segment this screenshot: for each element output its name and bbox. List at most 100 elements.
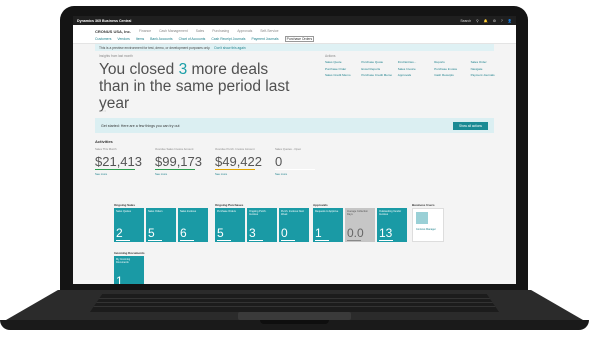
kpi-value: $21,413 bbox=[95, 154, 142, 169]
actions-title: Actions bbox=[325, 54, 336, 58]
action-item[interactable]: Payment Journals bbox=[471, 73, 505, 77]
kpi-card[interactable]: Sales Quotes - Open 0 See more bbox=[275, 147, 319, 176]
action-item[interactable]: Purchase Order bbox=[325, 67, 359, 71]
cue-tile[interactable]: Ongoing Purch. Invoices 3 bbox=[247, 208, 277, 242]
action-item[interactable]: Purchase Invoice bbox=[434, 67, 468, 71]
notice-text: This is a preview environment for test, … bbox=[99, 45, 211, 50]
topbar-actions: Search ⚲ 🔔 ⚙ ? 👤 bbox=[460, 19, 512, 23]
action-item[interactable]: Approvals bbox=[398, 73, 432, 77]
link-purchase-orders[interactable]: Purchase Orders bbox=[284, 36, 315, 42]
action-item[interactable]: Find Entries... bbox=[398, 60, 432, 64]
kpi-see-more-link[interactable]: See more bbox=[275, 172, 319, 176]
link-items[interactable]: Items bbox=[136, 37, 144, 41]
kpi-see-more-link[interactable]: See more bbox=[215, 172, 259, 176]
kpi-card[interactable]: Sales This Month $21,413 See more bbox=[95, 147, 142, 176]
cue-tile[interactable]: My Incoming Documents 1 bbox=[114, 256, 144, 284]
tile-value: 1 bbox=[116, 274, 123, 284]
action-item[interactable]: Sales Credit Memo bbox=[325, 73, 359, 77]
headline-pager[interactable]: ● ○ ○ bbox=[99, 109, 106, 113]
gear-icon[interactable]: ⚙ bbox=[493, 19, 496, 23]
tile-label: Outstanding Vendor Invoices bbox=[379, 210, 402, 216]
kpi-card[interactable]: Overdue Sales Invoice Amount $99,173 See m… bbox=[155, 147, 202, 176]
menu-cash-management[interactable]: Cash Management bbox=[159, 29, 188, 33]
business-user-card[interactable]: Contoso Manager bbox=[412, 208, 444, 242]
tile-value: 5 bbox=[217, 226, 224, 240]
hero-highlight: 3 bbox=[178, 61, 188, 78]
user-picture bbox=[416, 212, 428, 224]
tile-indicator bbox=[379, 240, 393, 241]
user-name: Contoso Manager bbox=[416, 228, 436, 231]
link-customers[interactable]: Customers bbox=[95, 37, 111, 41]
action-item[interactable]: Navigate bbox=[471, 67, 505, 71]
cue-tile[interactable]: Average Collection Days 0.0 bbox=[345, 208, 375, 242]
tile-label: Sales Quotes bbox=[116, 210, 132, 213]
tile-value: 5 bbox=[148, 226, 155, 240]
hero-caption: Insights from last month bbox=[99, 54, 133, 58]
tile-label: Requests to Approve bbox=[315, 210, 339, 213]
tile-label: Average Collection Days bbox=[347, 210, 368, 216]
tile-indicator bbox=[281, 240, 295, 241]
menu-purchasing[interactable]: Purchasing bbox=[212, 29, 229, 33]
headline-section: Insights from last month You closed 3 mo… bbox=[95, 51, 495, 113]
action-item[interactable]: Sales Quote bbox=[325, 60, 359, 64]
action-item[interactable]: Sales Invoice bbox=[398, 67, 432, 71]
tile-value: 6 bbox=[180, 226, 187, 240]
tile-label: Sales Invoices bbox=[180, 210, 197, 213]
top-bar: Dynamics 365 Business Central Search ⚲ 🔔… bbox=[73, 16, 516, 25]
bell-icon[interactable]: 🔔 bbox=[484, 19, 488, 23]
link-payment-journals[interactable]: Payment Journals bbox=[251, 37, 278, 41]
kpi-row: Sales This Month $21,413 See more Overdue S… bbox=[95, 147, 494, 176]
tile-indicator bbox=[180, 240, 194, 241]
menu-sales[interactable]: Sales bbox=[196, 29, 204, 33]
action-item[interactable]: Purchase Quote bbox=[361, 60, 395, 64]
tile-group-ongoing-purchases: Ongoing Purchases Purchase Orders 5 Ongoing… bbox=[215, 203, 309, 242]
tile-group-user: Business Users Contoso Manager bbox=[412, 203, 444, 242]
search-icon[interactable]: Search bbox=[460, 19, 471, 23]
tile-label: Ongoing Purch. Invoices bbox=[249, 210, 267, 216]
tile-label: Sales Orders bbox=[148, 210, 163, 213]
banner-text: Get started: Here are a few things you c… bbox=[101, 123, 180, 128]
kpi-see-more-link[interactable]: See more bbox=[95, 172, 139, 176]
action-item[interactable]: Reports bbox=[434, 60, 468, 64]
menu-finance[interactable]: Finance bbox=[139, 29, 151, 33]
link-vendors[interactable]: Vendors bbox=[117, 37, 129, 41]
notice-dismiss-link[interactable]: Don't show this again bbox=[214, 46, 245, 50]
magnifier-icon[interactable]: ⚲ bbox=[476, 19, 478, 23]
hero-text-before: You closed bbox=[99, 61, 179, 78]
cue-tile[interactable]: Purchase Orders 5 bbox=[215, 208, 245, 242]
tile-indicator bbox=[347, 240, 361, 241]
tile-label: Purchase Orders bbox=[217, 210, 236, 213]
link-chart-of-accounts[interactable]: Chart of Accounts bbox=[179, 37, 206, 41]
cue-tile[interactable]: Purch. Invoices Next Week 0 bbox=[279, 208, 309, 242]
link-bank-accounts[interactable]: Bank Accounts bbox=[150, 37, 172, 41]
trackpad bbox=[238, 312, 351, 320]
cue-tile[interactable]: Sales Quotes 2 bbox=[114, 208, 144, 242]
link-cash-receipt-journals[interactable]: Cash Receipt Journals bbox=[211, 37, 245, 41]
tile-value: 0.0 bbox=[347, 226, 364, 240]
menu-approvals[interactable]: Approvals bbox=[237, 29, 252, 33]
tile-value: 0 bbox=[281, 226, 288, 240]
kpi-see-more-link[interactable]: See more bbox=[155, 172, 199, 176]
tile-value: 1 bbox=[315, 226, 322, 240]
action-item[interactable]: Purchase Credit Memo bbox=[361, 73, 395, 77]
action-item[interactable]: Cash Receipts bbox=[434, 73, 468, 77]
tile-label: My Incoming Documents bbox=[116, 258, 131, 264]
cue-tile[interactable]: Requests to Approve 1 bbox=[313, 208, 343, 242]
user-icon[interactable]: 👤 bbox=[508, 19, 512, 23]
cue-tile[interactable]: Sales Invoices 6 bbox=[178, 208, 208, 242]
menu-self-service[interactable]: Self-Service bbox=[260, 29, 278, 33]
navigation: CRONUS USA, Inc. Finance Cash Management… bbox=[73, 25, 516, 44]
kpi-value: $99,173 bbox=[155, 154, 202, 169]
cue-tile[interactable]: Sales Orders 5 bbox=[146, 208, 176, 242]
kpi-card[interactable]: Overdue Purch. Invoice Amount $49,422 See … bbox=[215, 147, 262, 176]
laptop-base bbox=[0, 286, 589, 353]
show-all-actions-button[interactable]: Show all actions bbox=[452, 121, 488, 130]
activities-section: Activities Sales This Month $21,413 See mo… bbox=[95, 139, 494, 176]
kpi-value: 0 bbox=[275, 154, 283, 169]
cue-tile[interactable]: Outstanding Vendor Invoices 13 bbox=[377, 208, 407, 242]
action-item[interactable]: Excel Reports bbox=[361, 67, 395, 71]
tile-indicator bbox=[217, 240, 231, 241]
action-item[interactable]: Sales Order bbox=[471, 60, 505, 64]
help-icon[interactable]: ? bbox=[501, 19, 503, 23]
company-name[interactable]: CRONUS USA, Inc. bbox=[95, 29, 131, 34]
